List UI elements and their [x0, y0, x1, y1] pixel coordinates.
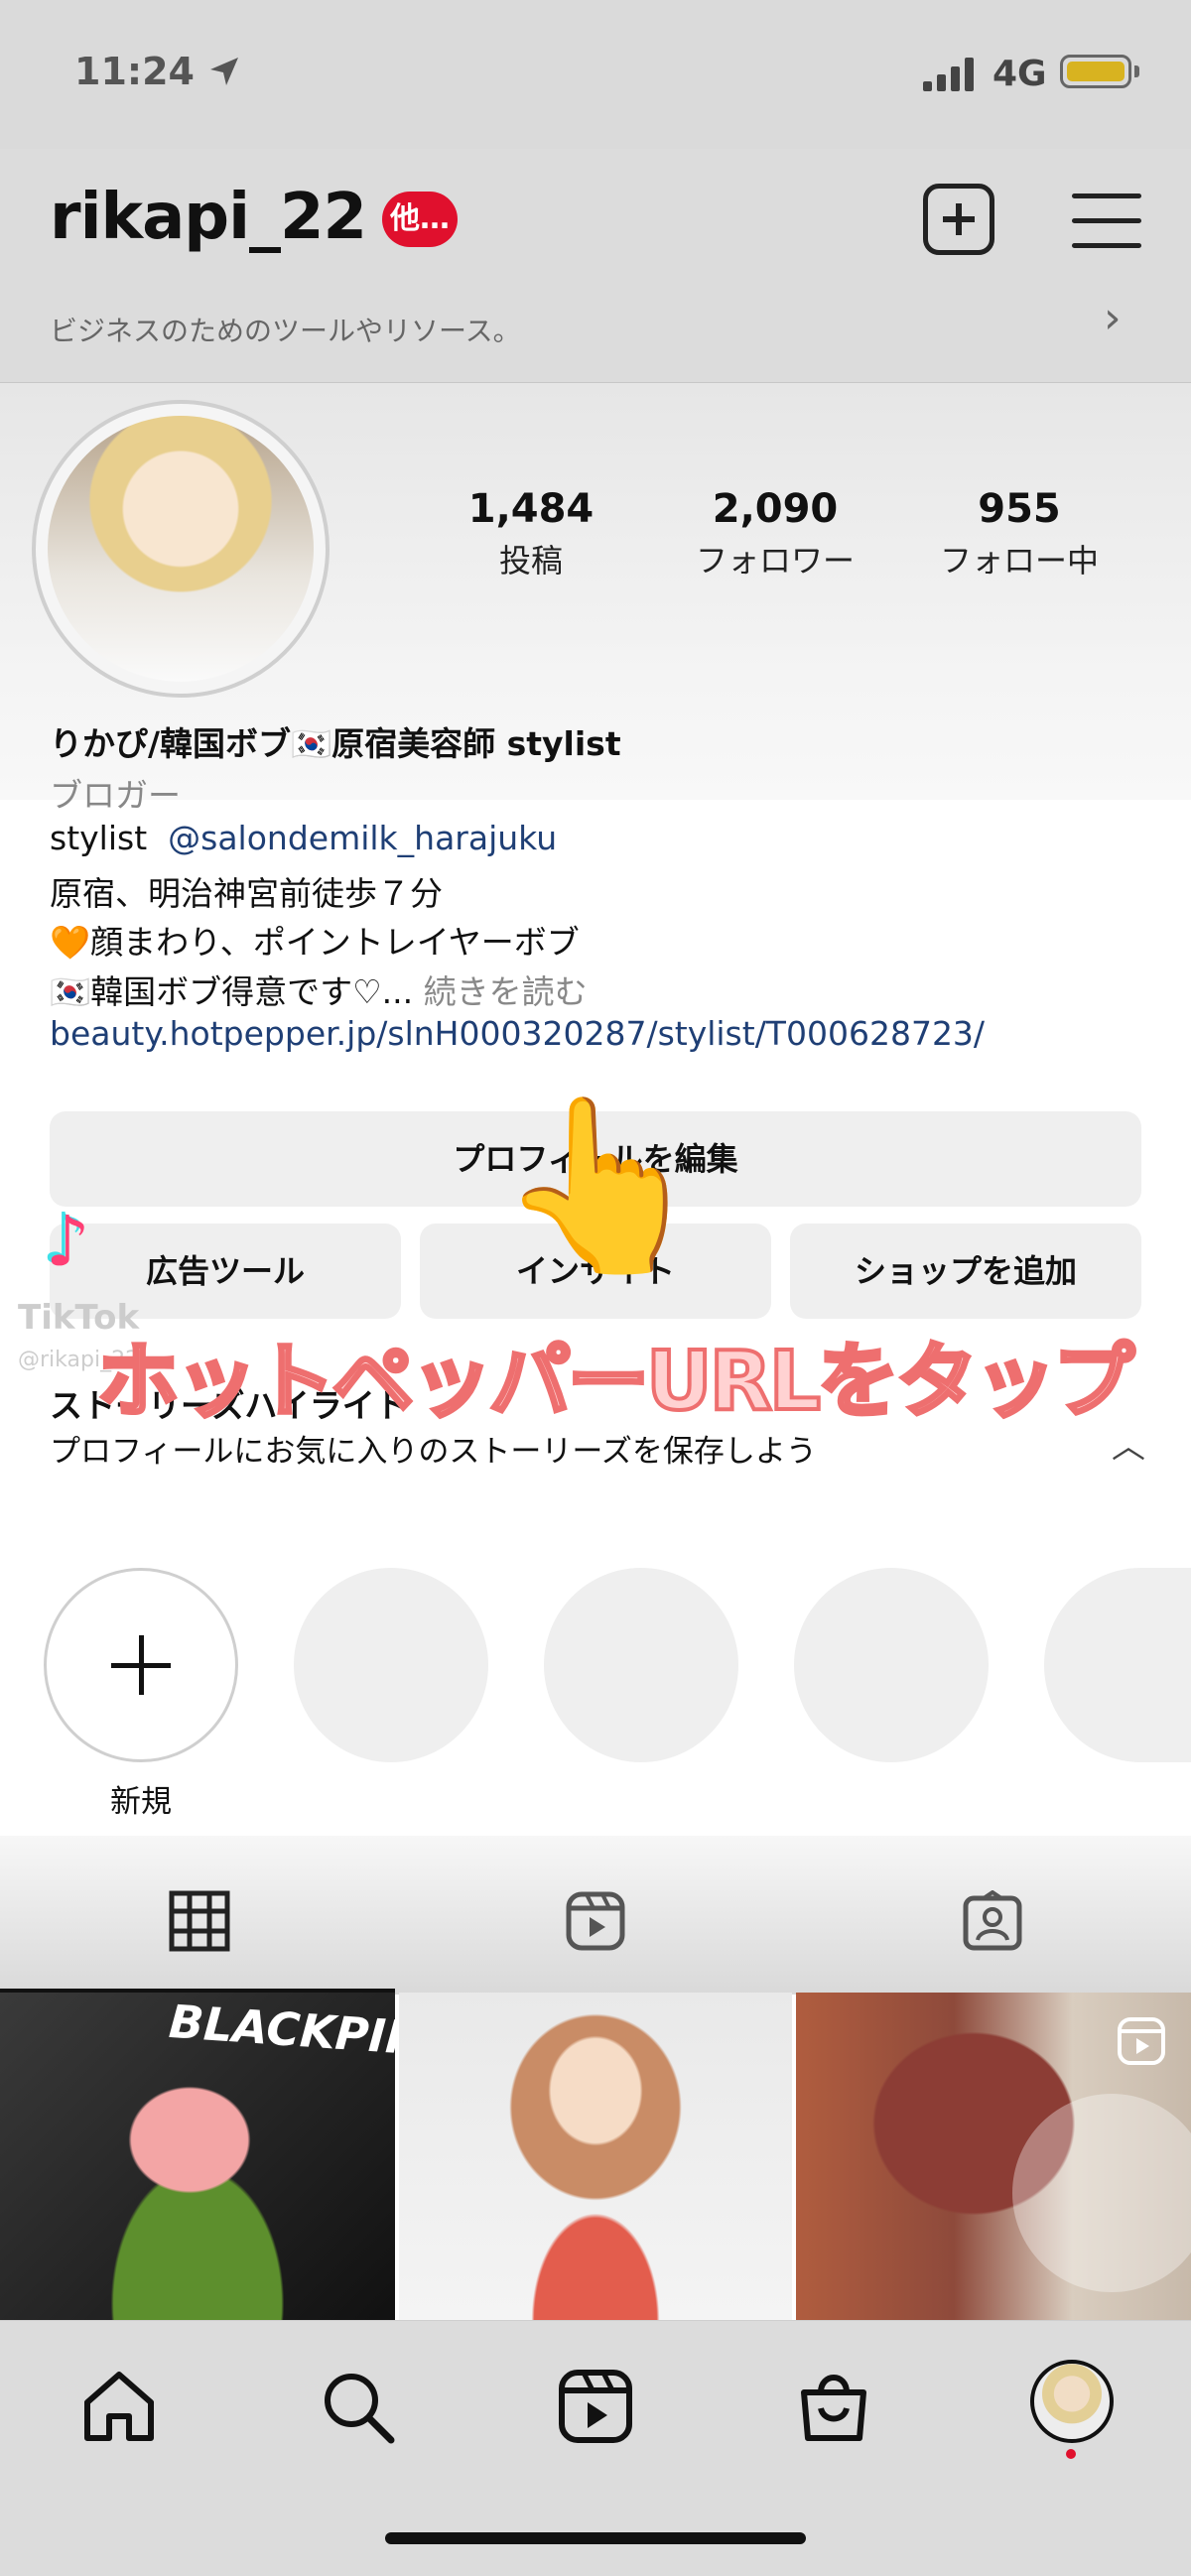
- bio-line-1: stylist @salondemilk_harajuku: [50, 819, 557, 857]
- highlight-placeholder: [294, 1568, 488, 1762]
- signal-icon: [923, 58, 974, 91]
- status-time: 11:24: [74, 50, 195, 93]
- new-highlight-label: 新規: [110, 1784, 172, 1820]
- battery-tip: [1134, 65, 1139, 77]
- profile-avatar[interactable]: [48, 416, 314, 682]
- reels-icon[interactable]: [565, 1890, 626, 1952]
- pointing-hand-icon: 👆: [496, 1088, 707, 1284]
- notification-dot: [1066, 2449, 1076, 2459]
- bio-mention-link[interactable]: @salondemilk_harajuku: [168, 819, 557, 857]
- bio-website-link[interactable]: beauty.hotpepper.jp/slnH000320287/stylis…: [50, 1014, 985, 1053]
- reel-badge-icon: [1118, 2017, 1165, 2065]
- highlight-placeholder: [1044, 1568, 1191, 1762]
- username-switcher[interactable]: rikapi_22: [50, 181, 367, 254]
- tutorial-caption: ホットペッパーURLをタップ: [95, 1333, 1136, 1431]
- location-arrow-icon: [210, 58, 238, 85]
- profile-tab-avatar[interactable]: [1030, 2360, 1114, 2443]
- create-new-button[interactable]: [923, 184, 994, 255]
- stat-posts-value: 1,484: [467, 486, 595, 532]
- stat-posts-label: 投稿: [498, 542, 563, 580]
- business-tools-link[interactable]: ビジネスのためのツールやリソース。: [50, 310, 521, 349]
- stat-followers-value: 2,090: [712, 486, 839, 532]
- grid-icon[interactable]: [169, 1890, 230, 1952]
- read-more-link[interactable]: 続きを読む: [424, 972, 588, 1011]
- search-icon[interactable]: [318, 2367, 397, 2446]
- stat-following[interactable]: 955 フォロー中: [905, 486, 1133, 581]
- account-notification-badge[interactable]: 他…: [382, 192, 458, 247]
- hamburger-menu-icon[interactable]: [1072, 193, 1141, 248]
- bio-line-4: 🇰🇷韓国ボブ得意です♡... 続きを読む: [50, 966, 588, 1013]
- bio-name: りかぴ/韓国ボブ🇰🇷原宿美容師 stylist: [50, 724, 621, 763]
- stat-followers-label: フォロワー: [695, 542, 855, 580]
- reels-icon[interactable]: [556, 2367, 635, 2446]
- add-shop-button[interactable]: ショップを追加: [790, 1224, 1141, 1319]
- highlight-placeholder: [794, 1568, 989, 1762]
- battery-icon: [1060, 55, 1131, 88]
- bio-line-3: 🧡顔まわり、ポイントレイヤーボブ: [50, 923, 580, 962]
- network-type: 4G: [992, 54, 1047, 94]
- highlight-placeholder: [544, 1568, 738, 1762]
- plus-icon: [111, 1635, 171, 1695]
- highlights-description: プロフィールにお気に入りのストーリーズを保存しよう: [50, 1434, 817, 1470]
- stat-posts[interactable]: 1,484 投稿: [417, 486, 645, 581]
- tagged-icon[interactable]: [962, 1890, 1023, 1952]
- bio-line-1-text: stylist: [50, 819, 148, 857]
- home-indicator[interactable]: [385, 2532, 806, 2544]
- plus-icon: [943, 203, 975, 235]
- tiktok-logo-icon: ♪: [46, 1201, 90, 1282]
- shop-icon[interactable]: [794, 2367, 873, 2446]
- bio-category: ブロガー: [50, 776, 181, 815]
- bio-line-2: 原宿、明治神宮前徒歩７分: [50, 874, 443, 913]
- bio-line-4-text: 🇰🇷韓国ボブ得意です♡...: [50, 972, 414, 1011]
- stat-following-value: 955: [978, 486, 1061, 532]
- stat-following-label: フォロー中: [939, 542, 1099, 580]
- stat-followers[interactable]: 2,090 フォロワー: [661, 486, 889, 581]
- home-icon[interactable]: [79, 2367, 159, 2446]
- new-highlight-button[interactable]: [44, 1568, 238, 1762]
- post-thumbnail[interactable]: [399, 1993, 792, 2320]
- chevron-right-icon[interactable]: ›: [1104, 293, 1122, 343]
